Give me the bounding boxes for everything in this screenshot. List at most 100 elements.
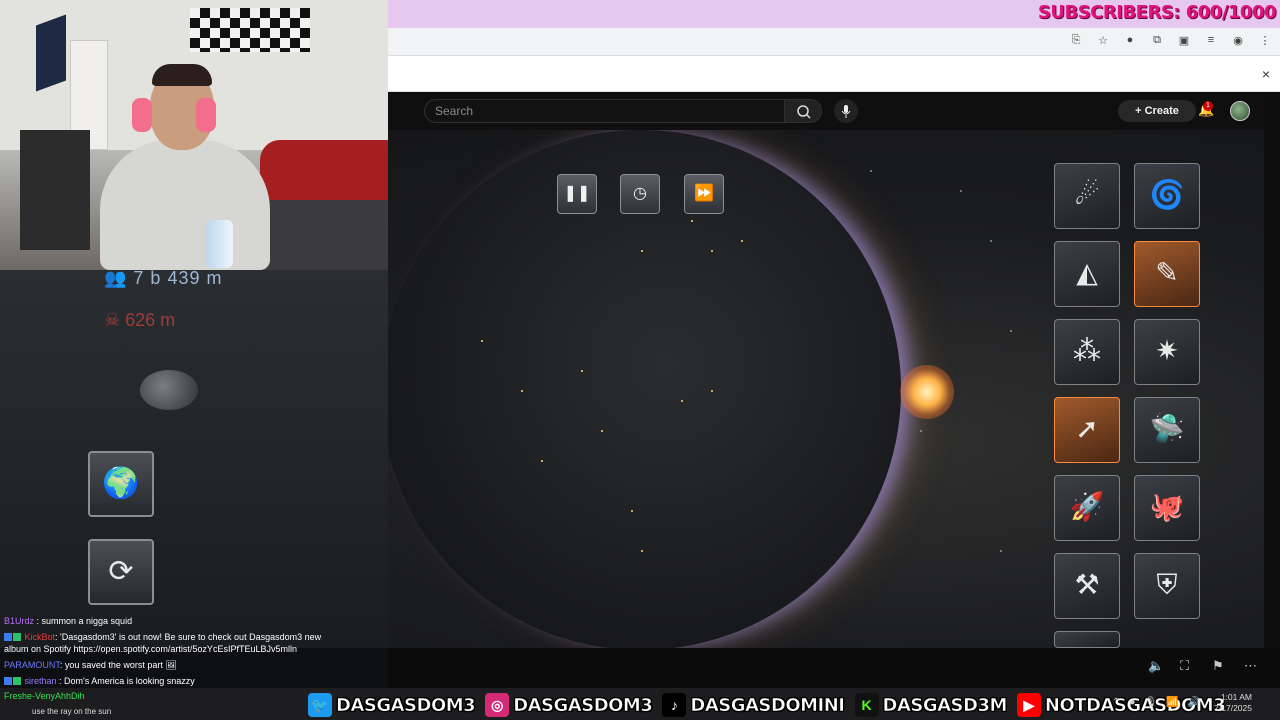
pause-button[interactable]: ❚❚ [557,174,597,214]
deaths-value: 626 m [125,310,176,330]
chat-message: PARAMOUNT: you saved the worst part 🖼 [4,660,177,671]
weapon-rocket[interactable]: ➚ [1054,397,1120,463]
population-stat: 👥 7 b 439 m [104,268,222,289]
speaker-icon[interactable]: 🔊 [1188,697,1200,708]
people-icon: 👥 [104,268,134,288]
reset-button[interactable]: ⟳ [88,539,154,605]
pause-icon: ❚❚ [563,185,591,202]
chat-message: KickBot: 'Dasgasdom3' is out now! Be sur… [4,632,321,643]
search-button[interactable] [784,99,822,123]
avatar[interactable] [1230,101,1250,121]
mic-button[interactable] [834,99,858,123]
earth-view-button[interactable]: 🌍 [88,451,154,517]
kick-icon: K [854,693,879,717]
create-button[interactable]: + Create [1118,100,1196,122]
weapon-drill-missile[interactable]: ⚒ [1054,553,1120,619]
info-bar: × [388,56,1280,92]
emote-icon: 🖼 [165,660,177,670]
chat-message: B1Urdz : summon a nigga squid [4,616,132,627]
screen: SUBSCRIBERS: 600/1000 ⎘ ☆ ● ⧉ ▣ ≡ ◉ ⋮ × … [0,0,1280,720]
more-icon[interactable]: ⋯ [1244,658,1257,674]
wall-tv [36,14,66,92]
weapon-meteors[interactable]: ☄ [1054,163,1120,229]
shield-icon: ⛨ [1156,569,1178,600]
tiktok-icon: ♪ [662,693,687,717]
refresh-icon: ⟳ [108,555,134,588]
drill-icon: ⚒ [1074,569,1100,600]
blast-icon: ✷ [1155,335,1179,366]
cast-icon[interactable]: ⎘ [1069,34,1083,47]
plus-icon: + [1135,105,1145,117]
chevron-up-icon[interactable]: ⌃ [1112,697,1120,708]
browser-menu-icon[interactable]: ⋮ [1258,34,1272,47]
bookmark-star-icon[interactable]: ☆ [1096,34,1110,47]
weapon-shield-dome[interactable]: ◭ [1054,241,1120,307]
chat-user: sirethan [24,676,57,686]
weapon-freeze-blast[interactable]: ✷ [1134,319,1200,385]
sun[interactable] [900,365,954,419]
speed-button[interactable]: ◷ [620,174,660,214]
instagram-handle: DASGASDOM3 [513,694,653,716]
laser-icon: ✎ [1155,257,1179,288]
bookmark-icon[interactable]: ⚑ [1212,658,1224,674]
mic-tray-icon[interactable]: 🎙 [1144,697,1157,708]
extension-icon[interactable]: ● [1123,34,1137,47]
ufo-icon: 🛸 [1149,413,1185,444]
weapon-black-hole[interactable]: 🌀 [1134,163,1200,229]
streamer-hair [152,64,212,86]
fast-forward-button[interactable]: ⏩ [684,174,724,214]
clock-icon: ◷ [633,185,647,202]
search-input[interactable]: Search [424,99,810,123]
game-left-panel [0,270,388,648]
player-controls: 🔈 ⛶ ⚑ ⋯ [388,648,1280,688]
clock-date: 7/17/2025 [1214,703,1252,713]
water-bottle [205,220,233,268]
chat-text: : Dom's America is looking snazzy [56,676,195,686]
notification-badge: 1 [1203,101,1213,111]
headphone-left [132,98,152,132]
subscriber-goal: SUBSCRIBERS: 600/1000 [1037,2,1277,23]
stream-banner: SUBSCRIBERS: 600/1000 [388,0,1280,28]
toolbar-icons: ⎘ ☆ ● ⧉ ▣ ≡ ◉ ⋮ [1069,34,1272,47]
moon[interactable] [140,370,198,410]
close-icon[interactable]: × [1262,66,1270,82]
profile-icon[interactable]: ◉ [1231,34,1245,47]
checker-flag-decor [190,8,310,52]
weapon-defense-shield[interactable]: ⛨ [1134,553,1200,619]
weapon-laser-beam[interactable]: ✎ [1134,241,1200,307]
headphone-right [196,98,216,132]
clock-time: 1:01 AM [1220,692,1252,702]
page-scrollbar[interactable] [1268,92,1280,648]
bed [260,140,388,200]
create-label: Create [1144,105,1179,117]
instagram-icon: ◎ [485,693,510,717]
sidebar-icon[interactable]: ▣ [1177,34,1191,47]
volume-icon[interactable]: 🔈 [1148,658,1164,674]
moderator-badge-icon [4,633,12,641]
extensions-puzzle-icon[interactable]: ⧉ [1150,34,1164,47]
weapon-missile-array[interactable]: ⁂ [1054,319,1120,385]
population-value: 7 b 439 m [133,268,223,288]
weapon-octopus[interactable]: 🐙 [1134,475,1200,541]
reading-list-icon[interactable]: ≡ [1204,34,1218,47]
missiles-icon: ⁂ [1073,335,1101,366]
meteor-icon: ☄ [1074,179,1100,210]
wifi-icon[interactable]: 📶 [1166,697,1178,708]
octopus-icon: 🐙 [1149,491,1185,522]
weapon-nuke-rocket[interactable]: 🚀 [1054,475,1120,541]
chat-user: B1Urdz [4,616,35,626]
weapon-ufo[interactable]: 🛸 [1134,397,1200,463]
mic-icon [841,105,851,118]
search-icon [797,105,811,119]
app-tray-icon[interactable]: ● [1129,697,1135,708]
webcam-overlay [0,0,388,270]
kick-handle: DASGASD3M [882,694,1007,716]
fullscreen-icon[interactable]: ⛶ [1180,658,1189,674]
chat-user: PARAMOUNT [4,660,60,670]
weapon-partial[interactable] [1054,631,1120,648]
moderator-badge-icon [4,677,12,685]
taskbar-clock[interactable]: 1:01 AM 7/17/2025 [1214,692,1252,714]
gifter-name: Freshe-VenyAhhDih [4,691,85,701]
social-handles: 🐦 DASGASDOM3 ◎ DASGASDOM3 ♪ DASGASDOMINI… [308,692,1231,718]
streamer-body [100,140,270,270]
